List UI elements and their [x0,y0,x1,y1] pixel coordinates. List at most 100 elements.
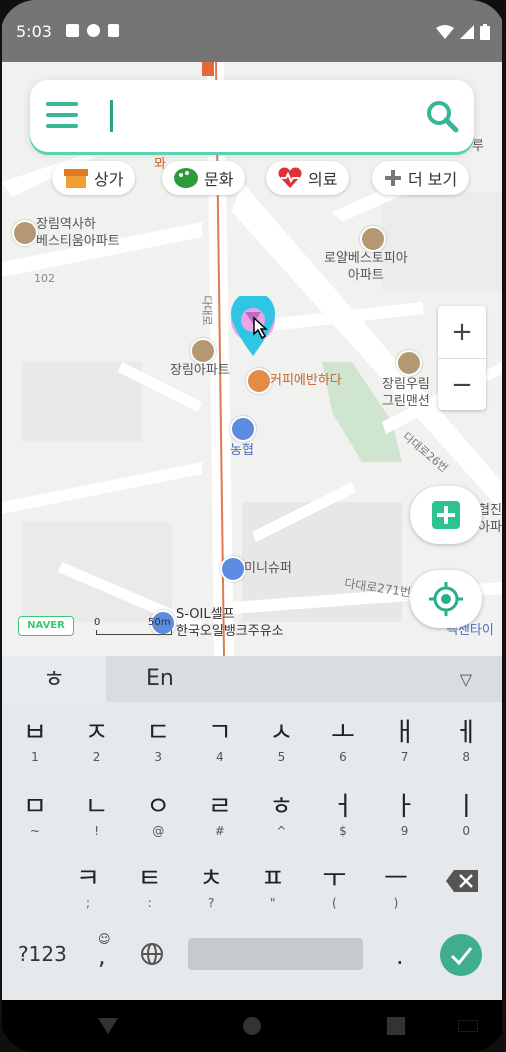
key-main-label: ㅈ [84,718,109,748]
back-triangle-icon[interactable] [98,1016,118,1036]
key-row2-5[interactable]: ㅓ $ [313,782,373,850]
store-poi-icon[interactable] [220,556,246,582]
search-icon[interactable] [424,98,460,134]
key-row2-6[interactable]: ㅏ9 [375,782,435,850]
language-toggle[interactable]: En [146,666,174,691]
key-row1-6[interactable]: ㅐ7 [375,708,435,776]
key-sub-label: ! [94,824,99,838]
map-label-nonghyup: 농협 [230,443,254,458]
zoom-out-button[interactable]: − [438,358,486,411]
period-key[interactable]: . [396,942,404,970]
status-time: 5:03 [16,22,52,41]
map-label-jangrim-station: 장림역사하 베스티움아파트 [36,217,120,249]
key-row1-2[interactable]: ㄷ3 [128,708,188,776]
chip-label: 문화 [204,170,234,189]
key-row1-7[interactable]: ㅔ8 [436,708,496,776]
map-label-top-right: 루 [472,139,484,154]
add-square-icon [432,501,460,529]
keyboard-toolbar: ㅎ En ▽ [2,656,502,702]
notification-a-icon [66,24,79,37]
palette-icon [174,168,198,188]
key-main-label: ㅎ [269,792,294,822]
heart-pulse-icon [278,167,302,188]
key-sub-label: 9 [400,824,409,838]
recents-square-icon[interactable] [386,1016,406,1036]
key-sub-label: 4 [215,750,224,764]
crosshair-icon [429,582,463,616]
key-sub-label: 7 [400,750,409,764]
key-main-label: ㅍ [260,864,285,894]
key-main-label: ㅋ [76,864,100,894]
wifi-icon [436,25,454,39]
apartment-poi-icon[interactable] [12,220,38,246]
key-row2-7[interactable]: ㅣ0 [436,782,496,850]
key-sub-label: 2 [92,750,101,764]
apartment-poi-icon[interactable] [190,338,216,364]
key-row3-0[interactable]: ㅋ; [58,854,118,922]
bank-poi-icon[interactable] [230,416,256,442]
category-chip-medical[interactable]: 의료 [266,161,350,195]
key-main-label: ㅓ [331,792,355,822]
key-row2-4[interactable]: ㅎ ^ [251,782,311,850]
hangul-mode-key[interactable]: ㅎ [2,656,106,702]
category-chip-more[interactable]: 더 보기 [372,161,470,195]
hamburger-menu-icon[interactable] [46,102,78,130]
cafe-poi-icon[interactable] [246,368,272,394]
key-main-label: ㅇ [146,792,171,822]
key-main-label: ㅜ [322,864,347,894]
map-label-road-main: 다대로 [200,295,214,326]
keyboard-switch-icon[interactable] [458,1020,478,1032]
key-row2-1[interactable]: ㄴ! [67,782,127,850]
key-main-label: ㅐ [392,718,417,748]
map-label-royal: 로얄베스토피아 아파트 [324,251,408,283]
space-key[interactable] [188,938,363,970]
category-chip-culture[interactable]: 문화 [162,161,246,195]
search-bar[interactable] [30,80,474,152]
key-sub-label: : [147,896,152,910]
key-sub-label: ~ [29,824,41,838]
key-row1-4[interactable]: ㅅ5 [251,708,311,776]
enter-key[interactable] [440,934,482,976]
key-row2-2[interactable]: ㅇ @ [128,782,188,850]
home-circle-icon[interactable] [242,1016,262,1036]
key-row1-1[interactable]: ㅈ2 [67,708,127,776]
checkmark-icon [450,947,473,966]
key-sub-label: 5 [277,750,286,764]
key-row3-3[interactable]: ㅍ " [243,854,303,922]
key-row3-4[interactable]: ㅜ( [304,854,364,922]
add-place-button[interactable] [410,486,482,544]
key-row2-0[interactable]: ㅁ ~ [5,782,65,850]
key-row1-5[interactable]: ㅗ6 [313,708,373,776]
comma-key[interactable]: , [98,942,106,970]
key-main-label: ㅗ [331,718,355,748]
my-location-button[interactable] [410,570,482,628]
category-chip-shop[interactable]: 상가 [52,161,136,195]
keyboard: ㅎ En ▽ ㅂ1ㅈ2ㄷ3ㄱ4ㅅ5ㅗ6ㅐ7ㅔ8 ㅁ ~ ㄴ! ㅇ @ ㄹ # ㅎ ^ ㅓ $ ㅏ 9 ㅣ 0… [2,656,502,1000]
key-row1-0[interactable]: ㅂ1 [5,708,65,776]
zoom-in-button[interactable]: + [438,306,486,358]
key-row3-5[interactable]: ㅡ) [366,854,426,922]
key-main-label: ㅊ [199,864,224,894]
collapse-triangle-icon[interactable]: ▽ [460,670,472,689]
apartment-poi-icon[interactable] [396,350,422,376]
phone-frame: 5:03 장림역사하 베스티움아파트 102 로얄베스토피아 아파트 장림아파트… [0,0,506,1052]
key-main-label: ㅅ [269,718,294,748]
key-row3-1[interactable]: ㅌ: [120,854,180,922]
symbols-key[interactable]: ?123 [18,942,67,966]
globe-icon[interactable] [140,942,164,966]
key-sub-label: 6 [339,750,347,764]
apartment-poi-icon[interactable] [360,226,386,252]
backspace-icon[interactable] [446,870,478,892]
key-row1-3[interactable]: ㄱ4 [190,708,250,776]
key-row3-2[interactable]: ㅊ? [181,854,241,922]
location-marker-icon[interactable] [228,296,282,360]
key-sub-label: 0 [462,824,470,838]
chip-label: 상가 [94,170,124,189]
shop-icon [64,169,88,188]
key-row2-3[interactable]: ㄹ # [190,782,250,850]
key-sub-label: " [270,896,276,910]
search-input[interactable] [116,100,420,134]
key-main-label: ㅏ [392,792,417,822]
map-label-102: 102 [34,272,55,285]
key-main-label: ㅂ [23,718,47,748]
